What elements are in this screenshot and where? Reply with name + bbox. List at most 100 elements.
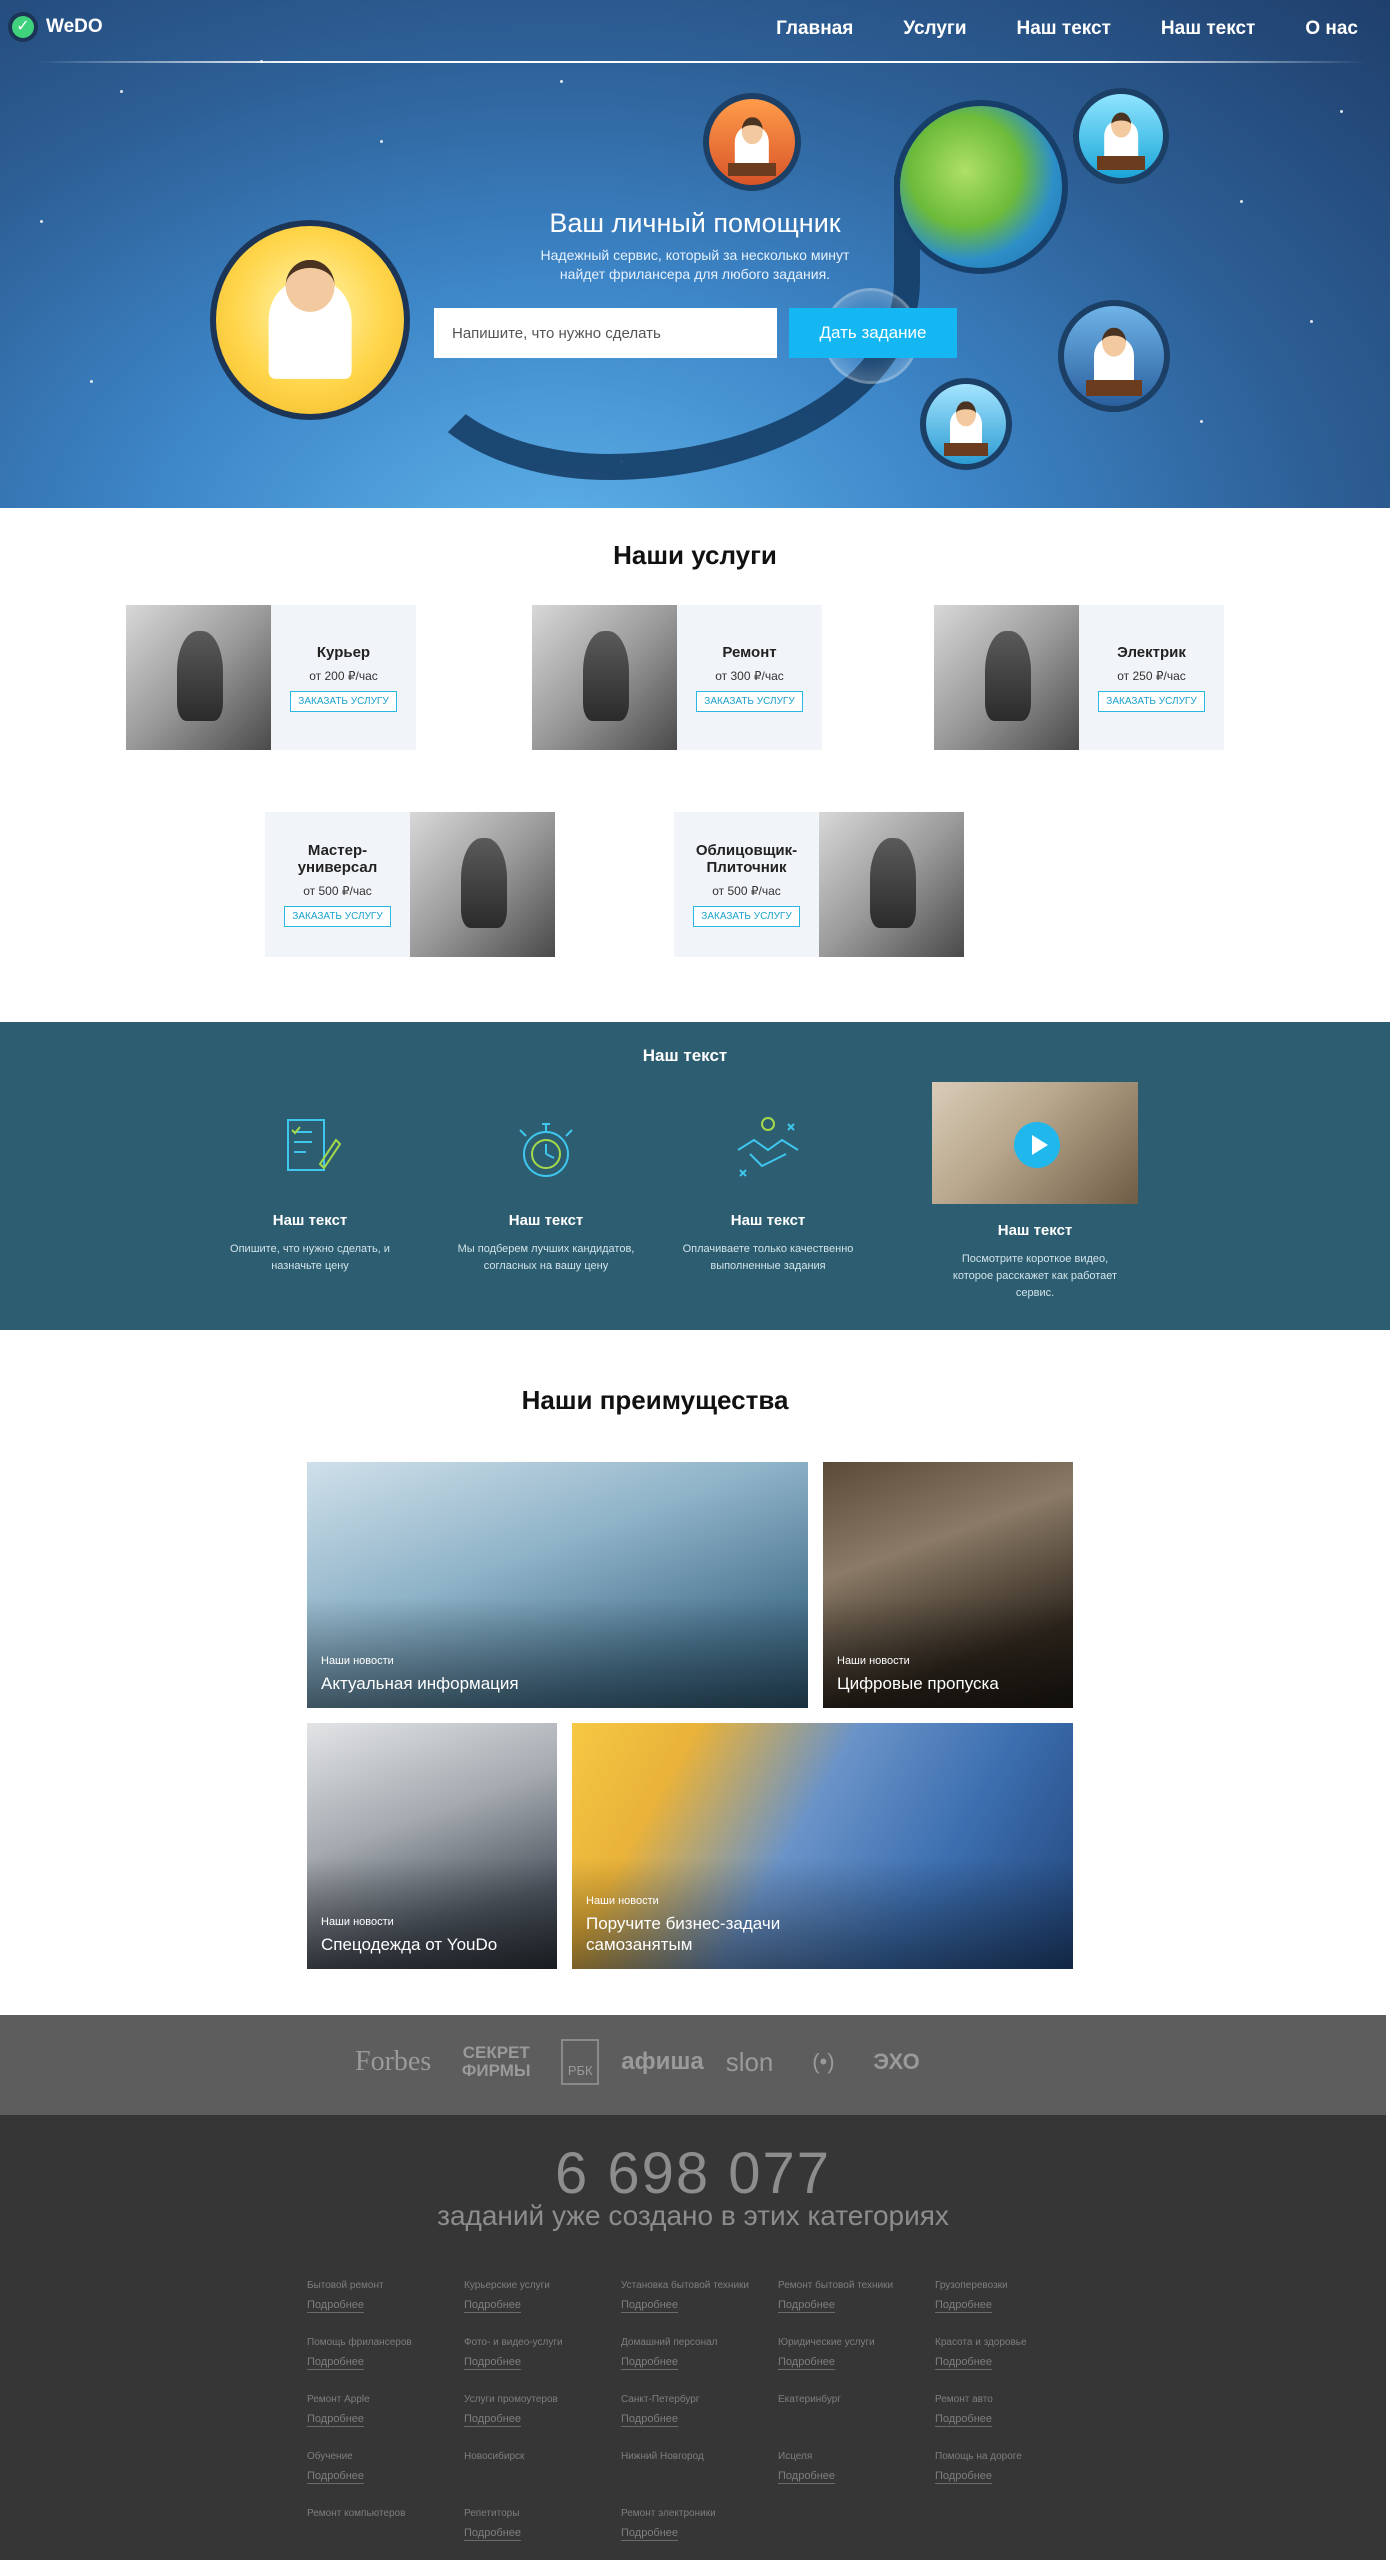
category-more-link[interactable]: Подробнее: [464, 2356, 522, 2370]
category-more-link[interactable]: Подробнее: [935, 2470, 993, 2484]
category-name[interactable]: Бытовой ремонт: [307, 2280, 457, 2291]
service-price: от 500 ₽/час: [712, 884, 781, 898]
press-logo-echo[interactable]: ЭХО: [873, 2049, 919, 2075]
footer-category: Ремонт авто Подробнее: [935, 2394, 1085, 2427]
freelancer-avatar: [1058, 300, 1170, 412]
news-tile[interactable]: Наши новости Цифровые пропуска: [823, 1462, 1073, 1708]
category-more-link[interactable]: Подробнее: [307, 2413, 365, 2427]
service-card-tiler[interactable]: Облицовщик-Плиточник от 500 ₽/час ЗАКАЗА…: [674, 812, 964, 957]
footer-category: Ремонт компьютеров: [307, 2508, 457, 2519]
press-logo-slon[interactable]: slon: [726, 2047, 774, 2078]
press-logo-rbc[interactable]: РБК: [561, 2039, 600, 2085]
task-input[interactable]: [434, 308, 777, 358]
submit-task-button[interactable]: Дать задание: [789, 308, 957, 358]
service-price: от 500 ₽/час: [303, 884, 372, 898]
category-more-link[interactable]: Подробнее: [307, 2299, 365, 2313]
category-more-link[interactable]: Подробнее: [778, 2356, 836, 2370]
document-pen-icon: [270, 1110, 350, 1190]
logo[interactable]: ✓ WeDO: [8, 12, 103, 42]
order-button[interactable]: ЗАКАЗАТЬ УСЛУГУ: [696, 690, 803, 712]
category-more-link[interactable]: Подробнее: [621, 2299, 679, 2313]
footer-category: Фото- и видео-услуги Подробнее: [464, 2337, 614, 2370]
category-name[interactable]: Фото- и видео-услуги: [464, 2337, 614, 2348]
hero-title: Ваш личный помощник: [549, 208, 841, 238]
services-title: Наши услуги: [613, 540, 777, 570]
news-tile[interactable]: Наши новости Поручите бизнес-задачи само…: [572, 1723, 1073, 1969]
nav-item-text-2[interactable]: Наш текст: [1161, 18, 1255, 40]
category-more-link[interactable]: Подробнее: [621, 2527, 679, 2541]
category-more-link[interactable]: Подробнее: [464, 2413, 522, 2427]
category-name[interactable]: Исцеля: [778, 2451, 928, 2462]
handyman-photo: [410, 812, 555, 957]
category-more-link[interactable]: Подробнее: [307, 2470, 365, 2484]
press-section: Forbes СЕКРЕТ ФИРМЫ РБК афиша slon (•) Э…: [0, 2015, 1386, 2115]
category-name[interactable]: Помощь фрилансеров: [307, 2337, 457, 2348]
nav-item-home[interactable]: Главная: [776, 18, 853, 40]
footer-category: Бытовой ремонт Подробнее: [307, 2280, 457, 2313]
order-button[interactable]: ЗАКАЗАТЬ УСЛУГУ: [1098, 690, 1205, 712]
courier-photo: [126, 605, 271, 750]
press-logo-forbes[interactable]: Forbes: [355, 2046, 431, 2078]
news-tile[interactable]: Наши новости Спецодежда от YouDo: [307, 1723, 557, 1969]
category-more-link[interactable]: Подробнее: [935, 2413, 993, 2427]
footer-category: Репетиторы Подробнее: [464, 2508, 614, 2541]
category-name[interactable]: Обучение: [307, 2451, 457, 2462]
service-name: Ремонт: [722, 643, 777, 661]
category-more-link[interactable]: Подробнее: [778, 2299, 836, 2313]
nav-item-services[interactable]: Услуги: [903, 18, 966, 40]
category-more-link[interactable]: Подробнее: [621, 2413, 679, 2427]
category-name[interactable]: Установка бытовой техники: [621, 2280, 771, 2291]
category-name[interactable]: Ремонт бытовой техники: [778, 2280, 928, 2291]
category-more-link[interactable]: Подробнее: [778, 2470, 836, 2484]
category-more-link[interactable]: Подробнее: [935, 2356, 993, 2370]
footer-category: Нижний Новгород: [621, 2451, 771, 2462]
category-name[interactable]: Грузоперевозки: [935, 2280, 1085, 2291]
category-name[interactable]: Нижний Новгород: [621, 2451, 771, 2462]
service-card-repair[interactable]: Ремонт от 300 ₽/час ЗАКАЗАТЬ УСЛУГУ: [532, 605, 822, 750]
category-more-link[interactable]: Подробнее: [307, 2356, 365, 2370]
category-more-link[interactable]: Подробнее: [935, 2299, 993, 2313]
step-4: Наш текст Посмотрите короткое видео, кот…: [935, 1082, 1135, 1302]
footer-category: Красота и здоровье Подробнее: [935, 2337, 1085, 2370]
press-logo-radio[interactable]: (•): [795, 2049, 851, 2075]
footer-category: Домашний персонал Подробнее: [621, 2337, 771, 2370]
category-name[interactable]: Ремонт Apple: [307, 2394, 457, 2405]
press-logo-afisha[interactable]: афиша: [621, 2048, 703, 2076]
category-name[interactable]: Новосибирск: [464, 2451, 614, 2462]
nav-item-text[interactable]: Наш текст: [1017, 18, 1111, 40]
order-button[interactable]: ЗАКАЗАТЬ УСЛУГУ: [693, 906, 800, 927]
order-button[interactable]: ЗАКАЗАТЬ УСЛУГУ: [284, 906, 391, 927]
category-more-link[interactable]: Подробнее: [464, 2527, 522, 2541]
news-headline: Актуальная информация: [321, 1674, 519, 1693]
brand-name: WeDO: [46, 16, 103, 37]
category-name[interactable]: Юридические услуги: [778, 2337, 928, 2348]
repair-photo: [532, 605, 677, 750]
news-kicker: Наши новости: [321, 1655, 394, 1667]
step-title: Наш текст: [997, 1222, 1073, 1239]
news-tile[interactable]: Наши новости Актуальная информация: [307, 1462, 808, 1708]
order-button[interactable]: ЗАКАЗАТЬ УСЛУГУ: [290, 690, 397, 712]
category-more-link[interactable]: Подробнее: [464, 2299, 522, 2313]
service-card-electrician[interactable]: Электрик от 250 ₽/час ЗАКАЗАТЬ УСЛУГУ: [934, 605, 1224, 750]
category-more-link[interactable]: Подробнее: [621, 2356, 679, 2370]
nav-item-about[interactable]: О нас: [1305, 18, 1358, 40]
press-logo-secret[interactable]: СЕКРЕТ ФИРМЫ: [453, 2044, 539, 2080]
category-name[interactable]: Помощь на дороге: [935, 2451, 1085, 2462]
planet-icon: [894, 100, 1068, 274]
category-name[interactable]: Екатеринбург: [778, 2394, 928, 2405]
footer-category: Ремонт бытовой техники Подробнее: [778, 2280, 928, 2313]
footer-category: Грузоперевозки Подробнее: [935, 2280, 1085, 2313]
service-card-handyman[interactable]: Мастер-универсал от 500 ₽/час ЗАКАЗАТЬ У…: [265, 812, 555, 957]
category-name[interactable]: Ремонт электроники: [621, 2508, 771, 2519]
service-card-courier[interactable]: Курьер от 200 ₽/час ЗАКАЗАТЬ УСЛУГУ: [126, 605, 416, 750]
category-name[interactable]: Ремонт авто: [935, 2394, 1085, 2405]
category-name[interactable]: Курьерские услуги: [464, 2280, 614, 2291]
category-name[interactable]: Услуги промоутеров: [464, 2394, 614, 2405]
category-name[interactable]: Санкт-Петербург: [621, 2394, 771, 2405]
step-1: Наш текст Опишите, что нужно сделать, и …: [210, 1080, 410, 1275]
stopwatch-icon: [506, 1110, 586, 1190]
category-name[interactable]: Репетиторы: [464, 2508, 614, 2519]
category-name[interactable]: Ремонт компьютеров: [307, 2508, 457, 2519]
category-name[interactable]: Красота и здоровье: [935, 2337, 1085, 2348]
category-name[interactable]: Домашний персонал: [621, 2337, 771, 2348]
